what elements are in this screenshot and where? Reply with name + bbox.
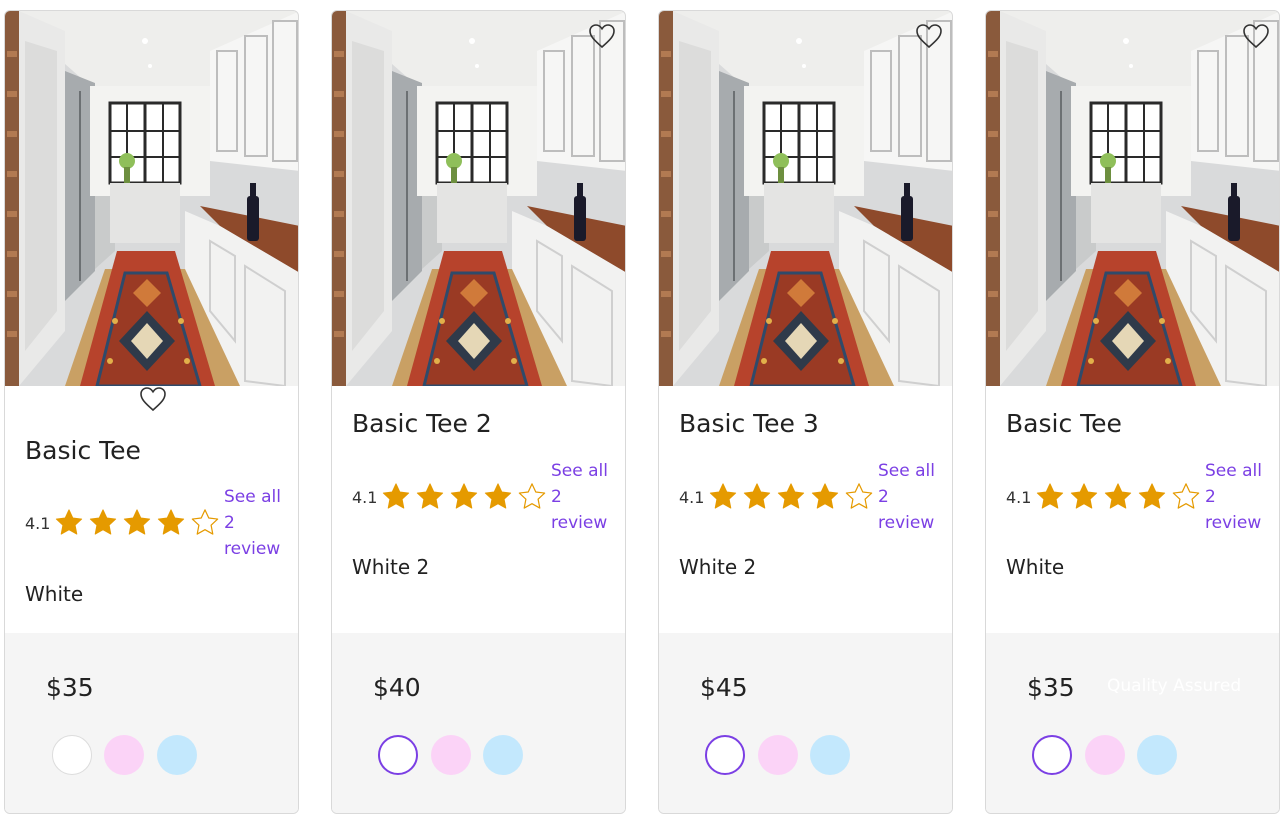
heart-outline-icon[interactable] [588,23,616,49]
product-image[interactable] [332,11,625,386]
product-image[interactable] [986,11,1279,386]
heart-outline-icon[interactable] [1242,23,1270,49]
star-filled-icon [742,482,772,510]
star-empty-icon [517,482,547,510]
star-empty-icon [844,482,874,510]
heart-outline-icon[interactable] [139,386,167,412]
price: $35 [1027,673,1075,702]
product-image[interactable] [659,11,952,386]
color-label: White 2 [679,555,757,579]
swatch-white-selected[interactable] [378,735,418,775]
star-filled-icon [381,482,411,510]
rating-stars [381,482,547,510]
swatch-pink[interactable] [758,735,798,775]
rating-value: 4.1 [352,488,378,507]
star-filled-icon [810,482,840,510]
card-footer: $40 [332,633,625,813]
star-filled-icon [415,482,445,510]
product-title[interactable]: Basic Tee 2 [352,409,492,438]
swatch-blue[interactable] [810,735,850,775]
product-image[interactable] [5,11,298,386]
rating-value: 4.1 [25,514,51,533]
rating-stars [54,508,220,536]
star-filled-icon [156,508,186,536]
star-filled-icon [1137,482,1167,510]
swatch-blue[interactable] [157,735,197,775]
star-filled-icon [708,482,738,510]
rating-stars [708,482,874,510]
swatch-pink[interactable] [1085,735,1125,775]
product-card[interactable]: Basic Tee 4.1 See all 2 review White $35 [4,10,299,814]
star-filled-icon [88,508,118,536]
swatch-white-selected[interactable] [705,735,745,775]
heart-outline-icon[interactable] [915,23,943,49]
swatch-pink[interactable] [431,735,471,775]
rating-stars [1035,482,1201,510]
price: $40 [373,673,421,702]
see-reviews-link[interactable]: See all 2 review [224,484,294,562]
quality-assured-label: Quality Assured [1107,676,1242,696]
star-filled-icon [776,482,806,510]
rating-value: 4.1 [1006,488,1032,507]
color-label: White 2 [352,555,430,579]
rating-value: 4.1 [679,488,705,507]
color-label: White [25,582,84,606]
swatch-pink[interactable] [104,735,144,775]
star-filled-icon [1035,482,1065,510]
color-label: White [1006,555,1065,579]
star-filled-icon [1069,482,1099,510]
product-card[interactable]: Basic Tee 4.1 See all 2 review White $35… [985,10,1280,814]
price: $35 [46,673,94,702]
card-footer: $35 [5,633,298,813]
star-filled-icon [483,482,513,510]
price: $45 [700,673,748,702]
star-filled-icon [1103,482,1133,510]
card-footer: $45 [659,633,952,813]
star-empty-icon [190,508,220,536]
product-title[interactable]: Basic Tee [1006,409,1122,438]
swatch-white-selected[interactable] [1032,735,1072,775]
see-reviews-link[interactable]: See all 2 review [551,458,621,536]
swatch-white[interactable] [52,735,92,775]
star-filled-icon [122,508,152,536]
product-title[interactable]: Basic Tee [25,436,141,465]
star-filled-icon [54,508,84,536]
swatch-blue[interactable] [1137,735,1177,775]
product-card[interactable]: Basic Tee 2 4.1 See all 2 review White 2… [331,10,626,814]
see-reviews-link[interactable]: See all 2 review [878,458,948,536]
star-filled-icon [449,482,479,510]
see-reviews-link[interactable]: See all 2 review [1205,458,1275,536]
star-empty-icon [1171,482,1201,510]
product-card[interactable]: Basic Tee 3 4.1 See all 2 review White 2… [658,10,953,814]
card-footer: $35 Quality Assured [986,633,1279,813]
product-title[interactable]: Basic Tee 3 [679,409,819,438]
swatch-blue[interactable] [483,735,523,775]
